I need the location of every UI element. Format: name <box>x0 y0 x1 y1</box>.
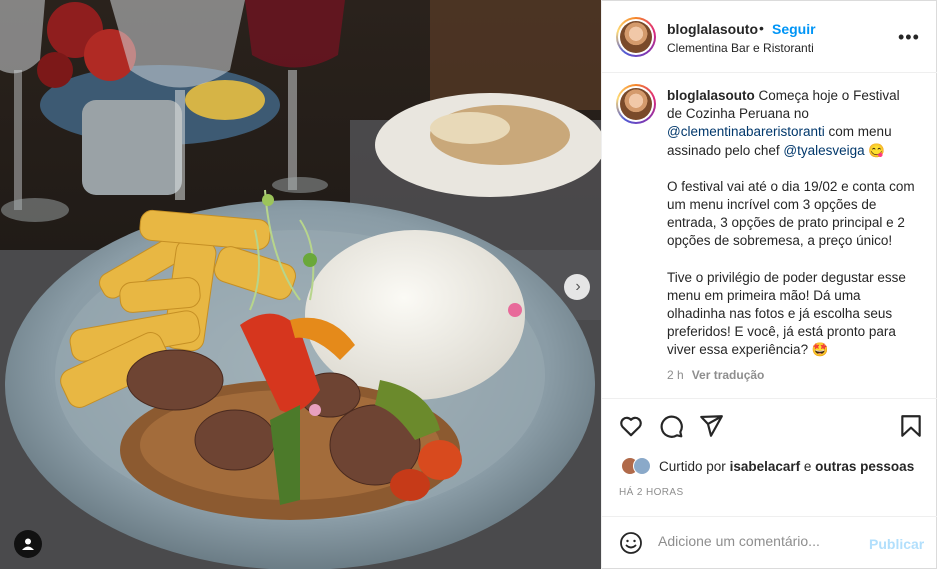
location-link[interactable]: Clementina Bar e Ristoranti <box>667 41 814 55</box>
emoji-yum: 😋 <box>868 142 886 158</box>
mention-venue-link[interactable]: @clementinabareristoranti <box>667 124 825 139</box>
user-tag-button[interactable] <box>14 530 42 558</box>
caption-username[interactable]: bloglalasouto <box>667 88 755 103</box>
next-photo-button[interactable]: › <box>564 274 590 300</box>
likes-others[interactable]: outras pessoas <box>815 459 914 474</box>
action-bar <box>602 398 937 455</box>
smiley-icon[interactable] <box>619 531 643 555</box>
post-timestamp[interactable]: HÁ 2 HORAS <box>619 487 684 498</box>
likes-summary[interactable]: Curtido por isabelacarf e outras pessoas <box>621 456 914 476</box>
caption-paragraph-3: Tive o privilégio de poder degustar esse… <box>667 269 917 360</box>
post-sidebar: bloglalasouto • Seguir Clementina Bar e … <box>601 0 937 569</box>
comment-bar: Publicar <box>602 516 937 570</box>
caption-age: 2 h <box>667 367 684 382</box>
caption-paragraph-3-text: Tive o privilégio de poder degustar esse… <box>667 269 906 358</box>
emoji-star-struck: 🤩 <box>811 342 829 358</box>
post-caption: bloglalasouto Começa hoje o Festival de … <box>667 87 917 395</box>
likes-user[interactable]: isabelacarf <box>730 459 801 474</box>
comment-input[interactable] <box>658 533 858 549</box>
follow-button[interactable]: Seguir <box>772 21 816 37</box>
send-icon[interactable] <box>698 413 724 439</box>
post-header: bloglalasouto • Seguir Clementina Bar e … <box>602 0 937 73</box>
liker-avatar <box>633 457 651 475</box>
heart-icon[interactable] <box>618 413 644 439</box>
header-separator: • <box>759 20 764 36</box>
bookmark-icon[interactable] <box>898 413 924 439</box>
caption-avatar[interactable] <box>616 84 656 124</box>
comment-icon[interactable] <box>658 413 684 439</box>
user-tag-icon <box>22 538 34 550</box>
likes-prefix: Curtido por <box>659 458 726 474</box>
avatar[interactable] <box>616 17 656 57</box>
caption-paragraph-2: O festival vai até o dia 19/02 e conta c… <box>667 178 915 249</box>
likes-connector: e <box>803 458 812 474</box>
chevron-right-icon: › <box>575 278 581 295</box>
publish-button[interactable]: Publicar <box>869 536 924 552</box>
more-horizontal-icon[interactable]: ••• <box>898 27 920 48</box>
header-username[interactable]: bloglalasouto <box>667 21 758 37</box>
translate-link[interactable]: Ver tradução <box>692 368 765 382</box>
post-photo[interactable]: › <box>0 0 601 569</box>
caption-meta: 2 h Ver tradução <box>667 366 917 384</box>
mention-chef-link[interactable]: @tyalesveiga <box>783 143 864 158</box>
food-photo-illustration <box>0 0 601 569</box>
caption-paragraph-1: bloglalasouto Começa hoje o Festival de … <box>667 87 917 160</box>
